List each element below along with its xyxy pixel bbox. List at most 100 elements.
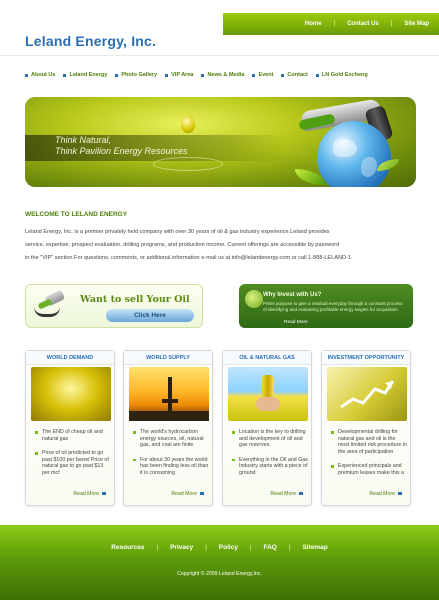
- nav-item-photo-gallery[interactable]: Photo Gallery: [115, 72, 157, 78]
- card-bullet: For about 30 years the world has been fi…: [133, 457, 209, 477]
- read-more-link[interactable]: Read More: [73, 491, 106, 497]
- bullet-icon: [165, 73, 169, 77]
- company-logo[interactable]: Leland Energy, Inc.: [25, 33, 156, 49]
- card-title: OIL & NATURAL GAS: [223, 351, 311, 365]
- nav-item-label: News & Media: [207, 72, 245, 78]
- bullet-icon: [252, 73, 256, 77]
- globe-land-icon: [333, 139, 357, 157]
- nav-item-label: LN Gold Excheng: [321, 72, 368, 78]
- top-link-site-map[interactable]: Site Map: [404, 21, 429, 27]
- separator: |: [205, 544, 207, 551]
- hero-banner: Think Natural, Think Pavilion Energy Res…: [25, 97, 416, 187]
- nav-item-leland-energy[interactable]: Leland Energy: [63, 72, 107, 78]
- bullet-icon: [63, 73, 67, 77]
- info-cards: WORLD DEMAND The END of cheap oil and na…: [25, 350, 415, 506]
- read-more-link[interactable]: Read More: [171, 491, 204, 497]
- copyright-text: Copyright © 2009 Leland Energy,Inc.: [177, 571, 262, 577]
- nav-item-vip-area[interactable]: VIP Area: [165, 72, 193, 78]
- nav-item-about-us[interactable]: About Us: [25, 72, 55, 78]
- separator: |: [390, 21, 393, 27]
- bullet-icon: [115, 73, 119, 77]
- oil-rig-icon: [162, 377, 178, 411]
- header-divider: [0, 55, 439, 56]
- welcome-heading: WELCOME TO LELAND ENERGY: [25, 211, 128, 218]
- nav-item-label: About Us: [31, 72, 56, 78]
- banner-tagline-line1: Think Natural,: [55, 135, 112, 145]
- read-more-label: Read More: [73, 491, 99, 497]
- top-nav-bar: Home | Contact Us | Site Map: [223, 13, 439, 35]
- read-more-link[interactable]: Read More: [369, 491, 402, 497]
- bullet-icon: [201, 73, 205, 77]
- footer-link-faq[interactable]: FAQ: [264, 544, 277, 551]
- oil-drop-image: [31, 367, 111, 421]
- footer-links: Resources | Privacy | Policy | FAQ | Sit…: [0, 544, 439, 551]
- click-here-button[interactable]: Click Here: [106, 309, 194, 322]
- why-invest-title: Why Invest with Us?: [263, 292, 322, 298]
- separator: |: [333, 21, 336, 27]
- top-link-home[interactable]: Home: [305, 21, 322, 27]
- growth-chart-image: [327, 367, 407, 421]
- card-bullets: The world's hydrocarbon energy sources, …: [133, 429, 209, 485]
- nav-item-label: VIP Area: [171, 72, 194, 78]
- oil-rig-sunset-image: [129, 367, 209, 421]
- arrow-icon: [200, 492, 204, 496]
- bullet-icon: [315, 73, 319, 77]
- welcome-line: service, expertise, prospect evaluation,…: [25, 241, 340, 248]
- card-bullet: The END of cheap oil and natural gas: [35, 429, 111, 442]
- read-more-label: Read More: [369, 491, 395, 497]
- footer: Resources | Privacy | Policy | FAQ | Sit…: [0, 525, 439, 600]
- arrow-icon: [102, 492, 106, 496]
- top-link-contact-us[interactable]: Contact Us: [347, 21, 379, 27]
- card-title: WORLD SUPPLY: [124, 351, 212, 365]
- nav-item-label: Photo Gallery: [121, 72, 158, 78]
- ripple-icon: [153, 157, 223, 171]
- sell-oil-title: Want to sell Your Oil: [80, 294, 190, 305]
- card-oil-natural-gas: OIL & NATURAL GAS Location is the key to…: [222, 350, 312, 506]
- read-more-label: Read More: [270, 491, 296, 497]
- nav-item-news-media[interactable]: News & Media: [201, 72, 244, 78]
- card-bullet: Developmental drilling for natural gas a…: [331, 429, 407, 455]
- rising-arrow-icon: [340, 380, 395, 409]
- why-invest-body: Prime purpose to give a residual everyda…: [263, 301, 403, 312]
- card-title: WORLD DEMAND: [26, 351, 114, 365]
- footer-link-policy[interactable]: Policy: [219, 544, 238, 551]
- why-invest-read-more-link[interactable]: Read More: [284, 320, 308, 325]
- fuel-pump-icon: [32, 289, 66, 321]
- hand-icon: [256, 397, 280, 411]
- separator: |: [288, 544, 291, 551]
- bullet-icon: [25, 73, 28, 77]
- main-nav: About Us Leland Energy Photo Gallery VIP…: [25, 72, 368, 78]
- footer-link-privacy[interactable]: Privacy: [170, 544, 193, 551]
- footer-link-sitemap[interactable]: Sitemap: [302, 544, 327, 551]
- card-bullets: Location is the key to drilling and deve…: [232, 429, 308, 485]
- footer-link-resources[interactable]: Resources: [111, 544, 144, 551]
- card-bullets: The END of cheap oil and natural gas Pri…: [35, 429, 111, 485]
- banner-tagline-line2: Think Pavilion Energy Resources: [55, 146, 188, 156]
- card-bullet: Price of oil predicted to go past $100 p…: [35, 450, 111, 476]
- nav-item-contact[interactable]: Contact: [281, 72, 308, 78]
- nav-item-ln-gold-excheng[interactable]: LN Gold Excheng: [315, 72, 368, 78]
- why-invest-promo[interactable]: Why Invest with Us? Prime purpose to giv…: [239, 284, 413, 328]
- nav-item-label: Event: [258, 72, 274, 78]
- card-title: INVESTMENT OPPORTUNITY: [322, 351, 410, 365]
- read-more-link[interactable]: Read More: [270, 491, 303, 497]
- sell-oil-promo[interactable]: Want to sell Your Oil Click Here: [25, 284, 203, 328]
- card-world-supply: WORLD SUPPLY The world's hydrocarbon ene…: [123, 350, 213, 506]
- oil-bottle-field-image: [228, 367, 308, 421]
- card-world-demand: WORLD DEMAND The END of cheap oil and na…: [25, 350, 115, 506]
- nav-item-label: Contact: [287, 72, 308, 78]
- card-bullet: Everything in the Oil and Gas Industry s…: [232, 457, 308, 477]
- card-bullets: Developmental drilling for natural gas a…: [331, 429, 407, 485]
- arrow-icon: [398, 492, 402, 496]
- arrow-icon: [299, 492, 303, 496]
- card-bullet: Location is the key to drilling and deve…: [232, 429, 308, 449]
- card-bullet: Experienced principals and premium lease…: [331, 463, 407, 476]
- nav-item-label: Leland Energy: [69, 72, 108, 78]
- nav-item-event[interactable]: Event: [252, 72, 273, 78]
- welcome-text: Leland Energy, Inc. is a premier private…: [25, 226, 420, 264]
- welcome-line: Leland Energy, Inc. is a premier private…: [25, 229, 330, 235]
- read-more-label: Read More: [171, 491, 197, 497]
- card-bullet: The world's hydrocarbon energy sources, …: [133, 429, 209, 449]
- welcome-line: in the "VIP" section.For questions, comm…: [25, 254, 353, 261]
- oil-drop-icon: [181, 115, 195, 133]
